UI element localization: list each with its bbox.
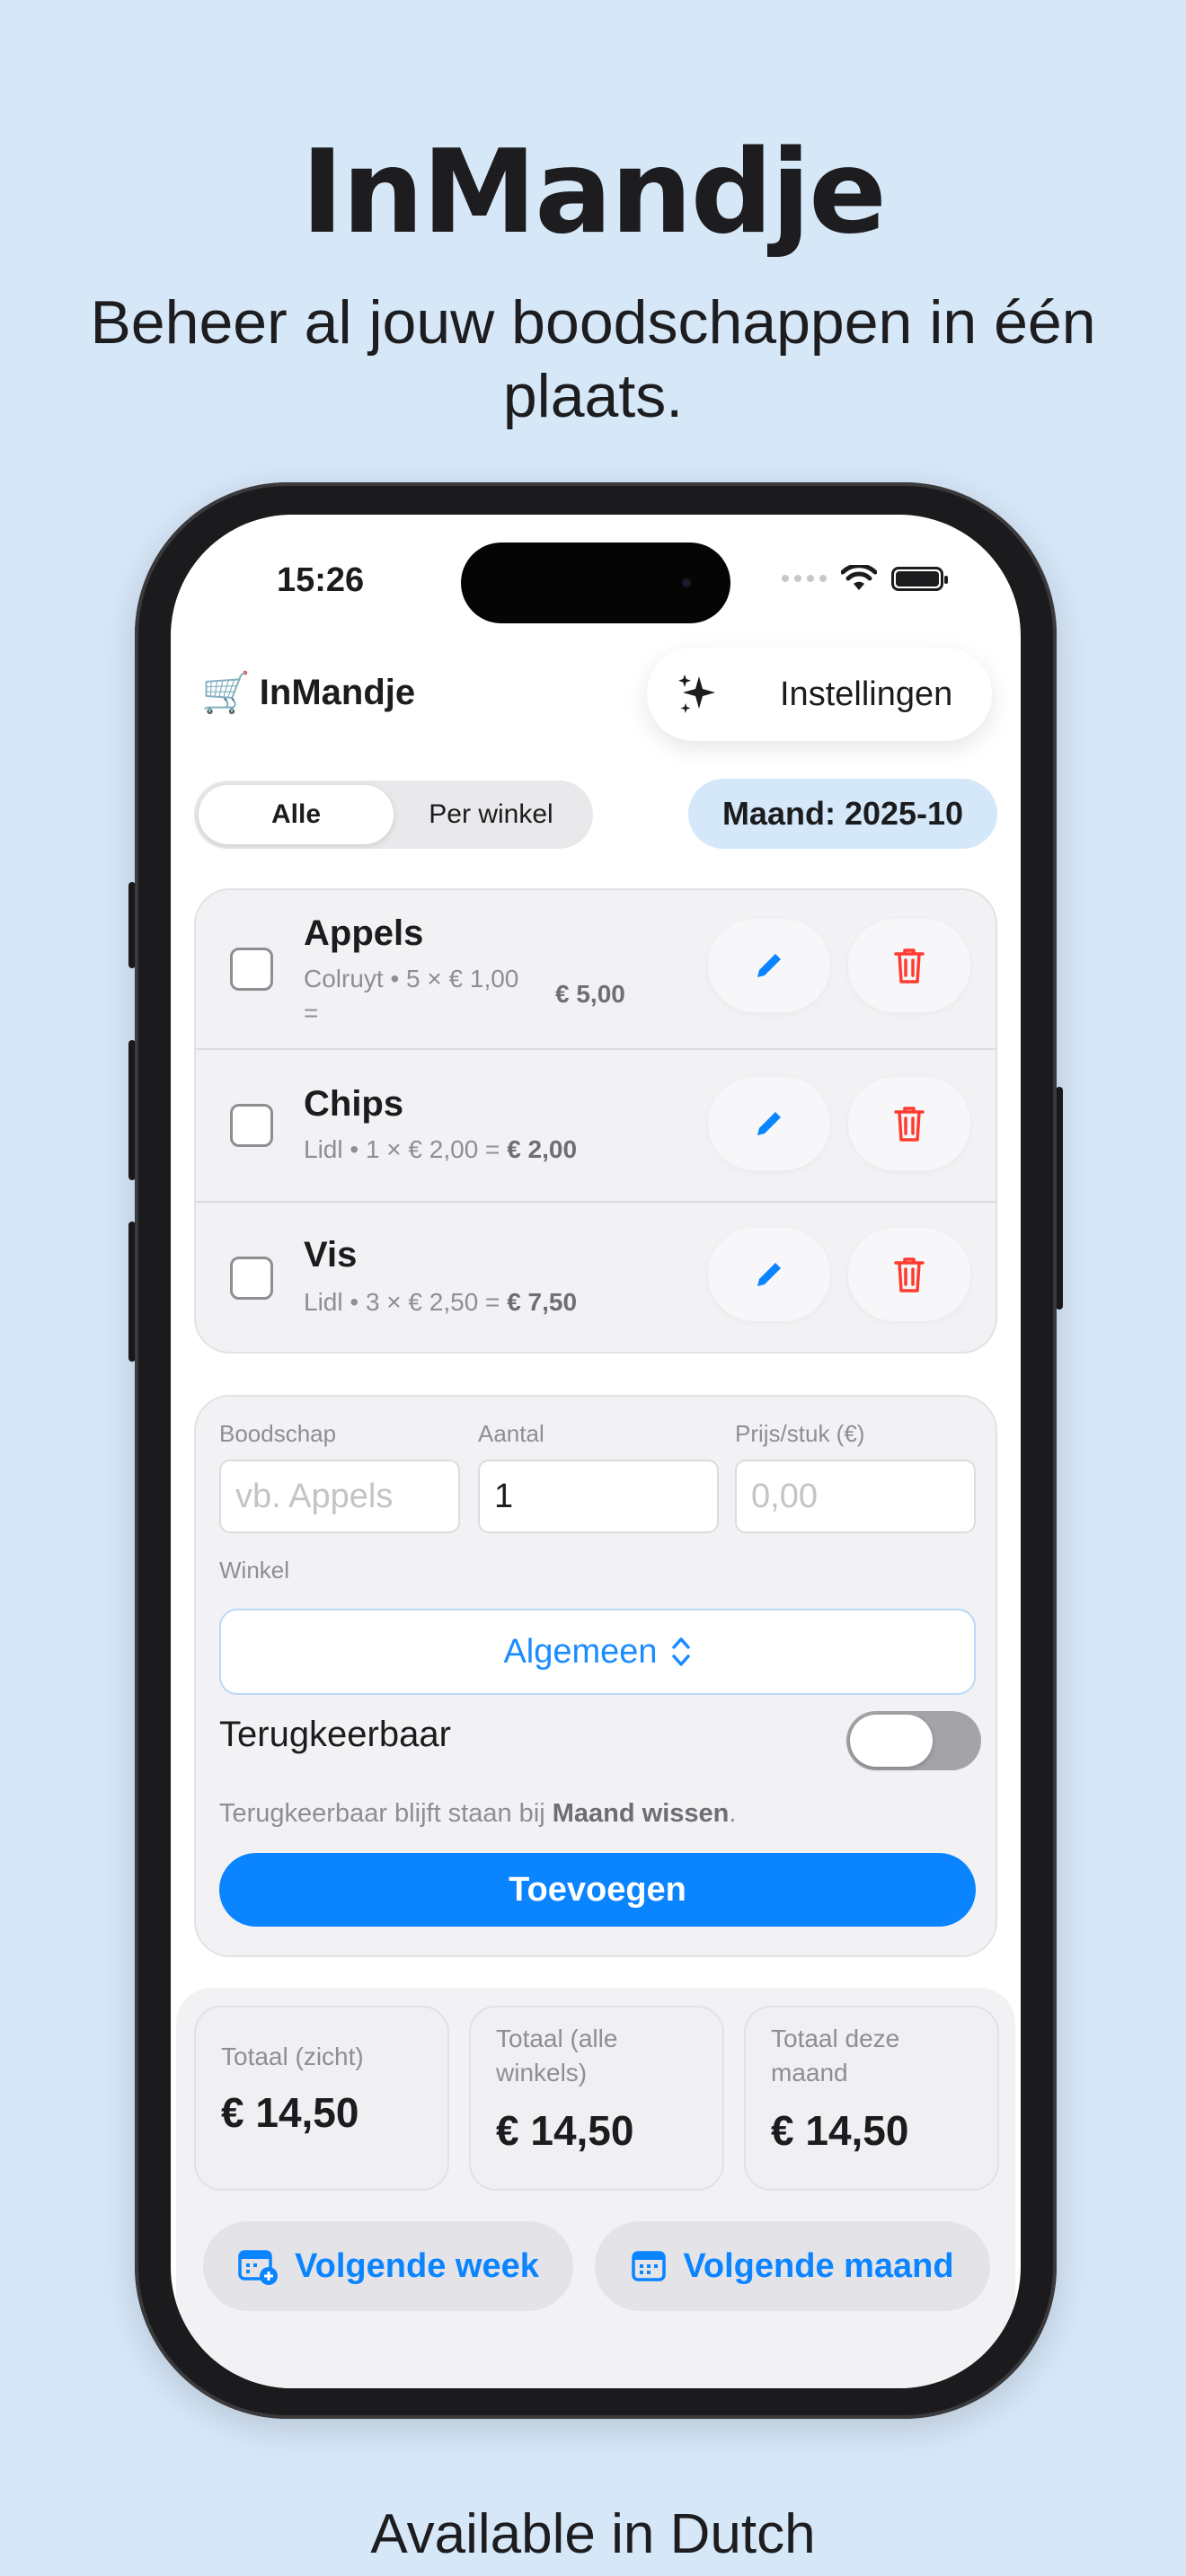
- item-checkbox[interactable]: [230, 1104, 273, 1147]
- total-all-shops-card: Totaal (alle winkels) € 14,50: [469, 2006, 724, 2191]
- item-checkbox[interactable]: [230, 1257, 273, 1300]
- edit-button[interactable]: [708, 1228, 830, 1321]
- item-details: Lidl • 3 × € 2,50 = € 7,50: [304, 1288, 578, 1316]
- edit-button[interactable]: [708, 1077, 830, 1170]
- shop-select-value: Algemeen: [503, 1632, 658, 1671]
- cart-icon: 🛒: [201, 671, 251, 715]
- segment-per-shop[interactable]: Per winkel: [394, 785, 589, 844]
- item-checkbox[interactable]: [230, 948, 273, 991]
- app-name: InMandje: [259, 672, 416, 712]
- total-visible-card: Totaal (zicht) € 14,50: [194, 2006, 449, 2191]
- delete-button[interactable]: [848, 1077, 970, 1170]
- promo-footer: Available in Dutch: [370, 2503, 816, 2565]
- pencil-icon: [757, 954, 781, 977]
- total-value: € 14,50: [496, 2107, 634, 2154]
- total-value: € 14,50: [771, 2107, 909, 2154]
- promo-title: InMandje: [301, 126, 887, 260]
- total-label: Totaal (zicht): [221, 2042, 364, 2070]
- total-value: € 14,50: [221, 2089, 359, 2136]
- item-name: Chips: [304, 1084, 404, 1124]
- qty-field-label: Aantal: [478, 1420, 544, 1447]
- list-item: Appels Colruyt • 5 × € 1,00 = € 5,00: [196, 890, 996, 1050]
- price-field-label: Prijs/stuk (€): [735, 1420, 865, 1447]
- edit-button[interactable]: [708, 919, 830, 1012]
- trash-icon: [894, 1107, 925, 1142]
- calendar-icon: [632, 2251, 667, 2281]
- settings-button[interactable]: Instellingen: [647, 648, 992, 741]
- status-icons: [782, 565, 948, 592]
- item-input[interactable]: vb. Appels: [219, 1460, 460, 1533]
- month-badge[interactable]: Maand: 2025-10: [688, 779, 997, 849]
- item-name: Appels: [304, 913, 424, 953]
- cellular-signal-icon: [782, 575, 827, 582]
- delete-button[interactable]: [848, 1228, 970, 1321]
- calendar-plus-icon: [238, 2250, 279, 2285]
- item-details: Lidl • 1 × € 2,00 = € 2,00: [304, 1135, 578, 1163]
- next-month-label: Volgende maand: [683, 2246, 954, 2285]
- total-this-month-card: Totaal deze maand € 14,50: [744, 2006, 999, 2191]
- returnable-toggle[interactable]: [846, 1711, 981, 1770]
- view-segmented-control: Alle Per winkel: [194, 781, 593, 849]
- delete-button[interactable]: [848, 919, 970, 1012]
- add-button[interactable]: Toevoegen: [219, 1853, 976, 1927]
- chevron-up-down-icon: [671, 1637, 690, 1666]
- phone-screen: 15:26 🛒 InMandje Instellingen Alle Per w…: [171, 515, 1021, 2388]
- status-time: 15:26: [277, 561, 365, 599]
- item-details: Colruyt • 5 × € 1,00 =: [304, 965, 519, 1027]
- segment-all[interactable]: Alle: [199, 785, 394, 844]
- trash-icon: [894, 948, 925, 984]
- trash-icon: [894, 1257, 925, 1292]
- item-field-label: Boodschap: [219, 1420, 337, 1447]
- total-label: Totaal (alle winkels): [496, 2025, 618, 2086]
- wifi-icon: [841, 565, 877, 590]
- pencil-icon: [757, 1263, 781, 1286]
- pencil-icon: [757, 1112, 781, 1135]
- list-item: Vis Lidl • 3 × € 2,50 = € 7,50: [196, 1203, 996, 1352]
- shop-select[interactable]: Algemeen: [219, 1609, 976, 1695]
- app-header: 🛒 InMandje: [201, 669, 415, 716]
- promo-subtitle: Beheer al jouw boodschappen in één plaat…: [90, 288, 1096, 430]
- next-week-button[interactable]: Volgende week: [203, 2221, 573, 2311]
- sparkles-icon: [678, 675, 715, 713]
- power-button: [1056, 1087, 1063, 1310]
- total-label: Totaal deze maand: [771, 2025, 900, 2086]
- item-total: € 5,00: [555, 980, 625, 1008]
- add-item-form: Boodschap Aantal Prijs/stuk (€) vb. Appe…: [194, 1395, 997, 1957]
- shopping-list: Appels Colruyt • 5 × € 1,00 = € 5,00 Chip…: [194, 888, 997, 1354]
- returnable-hint: Terugkeerbaar blijft staan bij Maand wis…: [219, 1799, 737, 1828]
- settings-label: Instellingen: [780, 675, 953, 713]
- next-month-button[interactable]: Volgende maand: [595, 2221, 990, 2311]
- price-input[interactable]: 0,00: [735, 1460, 976, 1533]
- item-name: Vis: [304, 1235, 358, 1275]
- dynamic-island: [461, 543, 730, 623]
- battery-icon: [891, 566, 948, 591]
- list-item: Chips Lidl • 1 × € 2,00 = € 2,00: [196, 1050, 996, 1203]
- shop-field-label: Winkel: [219, 1557, 290, 1584]
- returnable-label: Terugkeerbaar: [219, 1715, 451, 1754]
- next-week-label: Volgende week: [295, 2246, 539, 2285]
- quantity-input[interactable]: 1: [478, 1460, 719, 1533]
